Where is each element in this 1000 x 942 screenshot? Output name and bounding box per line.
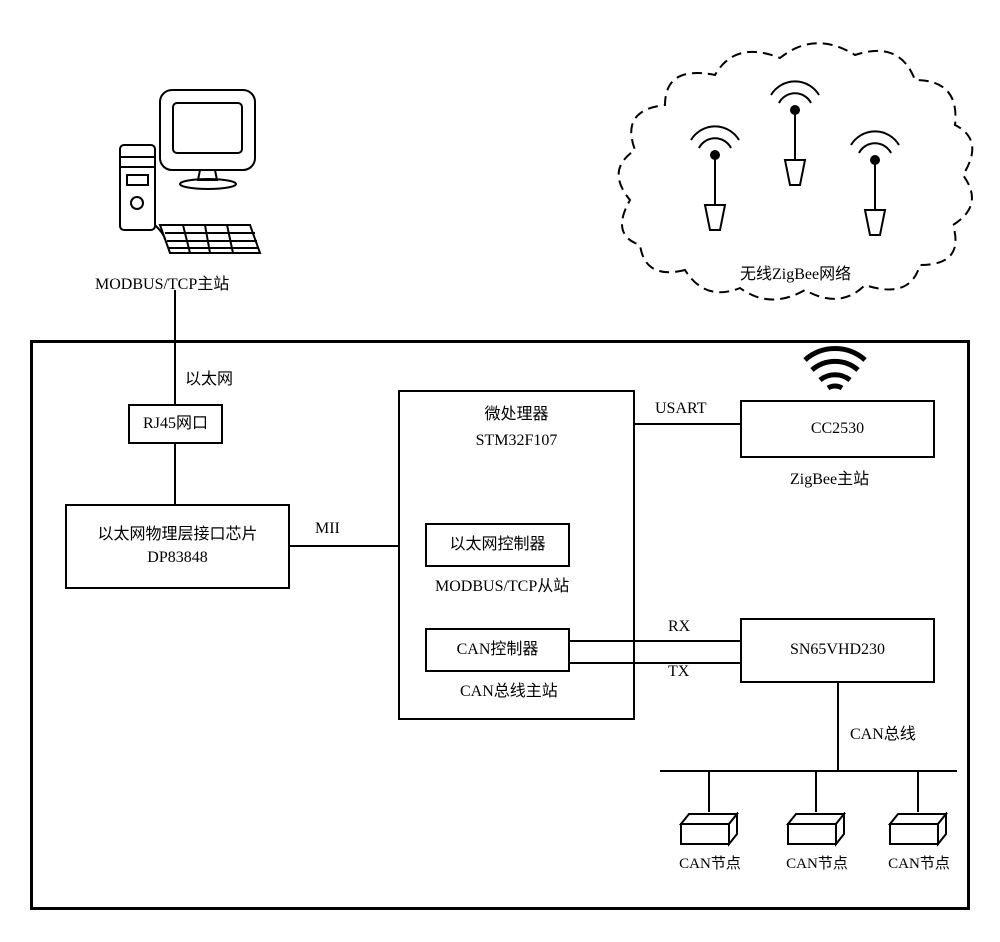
rj45-box: RJ45网口: [128, 404, 223, 444]
can-node-3-label: CAN节点: [879, 852, 959, 873]
mii-label: MII: [315, 520, 340, 538]
modbus-master-label: MODBUS/TCP主站: [95, 270, 229, 294]
rj45-text: RJ45网口: [143, 413, 208, 435]
mcu-line1: 微处理器: [404, 402, 629, 428]
can-controller-text: CAN控制器: [457, 639, 539, 661]
phy-chip-box: 以太网物理层接口芯片 DP83848: [65, 504, 290, 589]
line-can-bus-h: [660, 770, 957, 772]
phy-chip-line2: DP83848: [147, 547, 207, 569]
line-can-bus-v: [837, 683, 839, 770]
phy-chip-line1: 以太网物理层接口芯片: [97, 524, 257, 546]
cc2530-box: CC2530: [740, 400, 935, 458]
can-transceiver-text: SN65VHD230: [790, 639, 885, 661]
can-node-1: [673, 812, 745, 847]
ethernet-label: 以太网: [185, 365, 233, 389]
zigbee-cloud-label: 无线ZigBee网络: [740, 260, 851, 284]
line-can-stub-3: [917, 770, 919, 812]
line-usart: [635, 423, 740, 425]
computer-icon: [105, 85, 265, 260]
line-can-stub-2: [815, 770, 817, 812]
mcu-line2: STM32F107: [404, 428, 629, 454]
line-pc-to-rj45: [174, 290, 176, 404]
can-node-1-label: CAN节点: [670, 852, 750, 873]
line-phy-to-mcu: [290, 545, 398, 547]
tx-label: TX: [668, 663, 689, 681]
eth-controller-sublabel: MODBUS/TCP从站: [435, 572, 569, 596]
can-node-2-label: CAN节点: [777, 852, 857, 873]
eth-controller-text: 以太网控制器: [449, 534, 545, 556]
line-tx: [570, 662, 740, 664]
can-node-3: [882, 812, 954, 847]
can-bus-label: CAN总线: [850, 720, 916, 744]
eth-controller-box: 以太网控制器: [425, 523, 570, 567]
can-controller-sublabel: CAN总线主站: [460, 677, 558, 701]
usart-label: USART: [655, 400, 707, 418]
can-controller-box: CAN控制器: [425, 628, 570, 672]
can-transceiver-box: SN65VHD230: [740, 618, 935, 683]
line-can-stub-1: [708, 770, 710, 812]
rx-label: RX: [668, 618, 690, 636]
line-rx: [570, 640, 740, 642]
can-node-2: [780, 812, 852, 847]
cc2530-text: CC2530: [811, 418, 864, 440]
zigbee-master-label: ZigBee主站: [790, 465, 869, 489]
wifi-icon: [800, 330, 870, 400]
line-rj45-to-phy: [174, 444, 176, 504]
